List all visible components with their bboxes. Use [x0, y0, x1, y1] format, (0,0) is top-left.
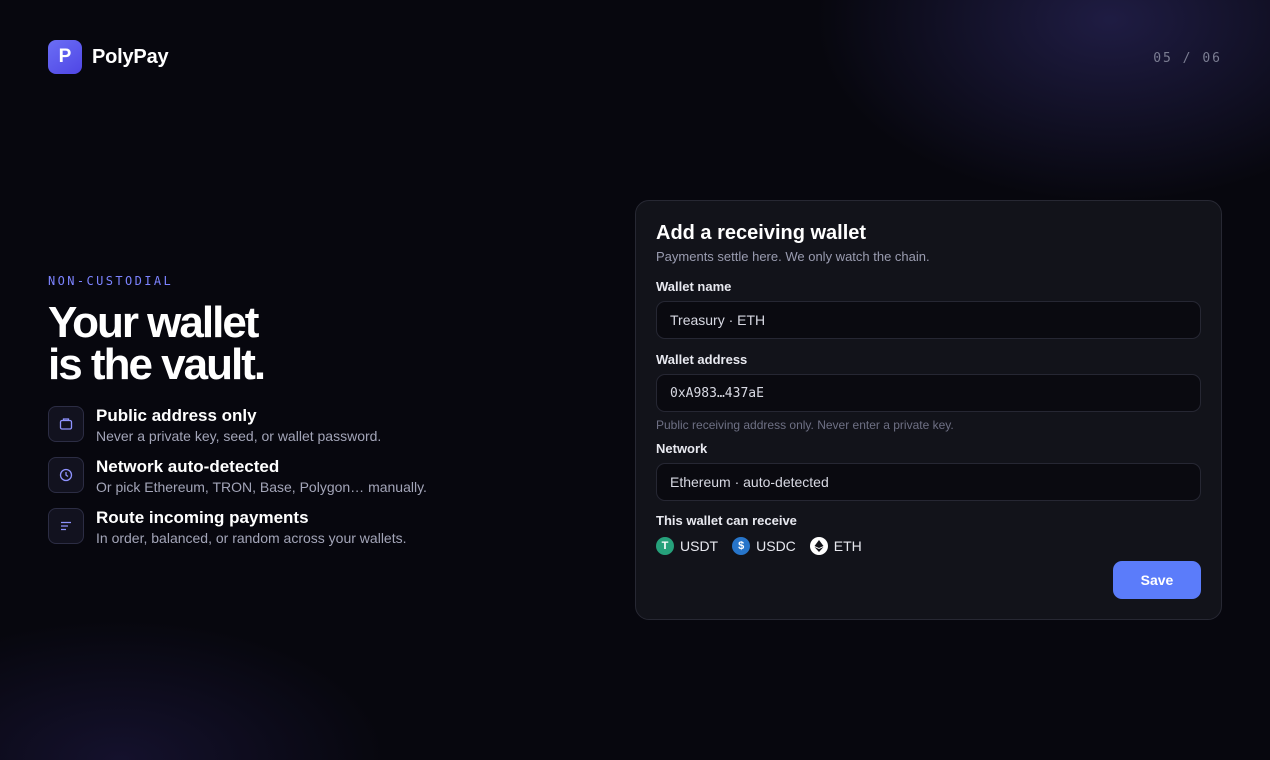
brand-logo: P — [48, 40, 82, 74]
wallet-address-hint: Public receiving address only. Never ent… — [656, 418, 954, 432]
step-indicator: 05 / 06 — [1153, 51, 1222, 66]
feature-item: Network auto-detected Or pick Ethereum, … — [48, 457, 568, 508]
usdc-icon: $ — [732, 537, 751, 555]
feature-desc: Never a private key, seed, or wallet pas… — [96, 428, 382, 444]
add-wallet-card: Add a receiving wallet Payments settle h… — [635, 200, 1222, 620]
token-usdt: T USDT — [656, 537, 718, 555]
save-button[interactable]: Save — [1113, 561, 1201, 599]
headline-line-1: Your wallet — [48, 298, 259, 347]
hero-panel: NON-CUSTODIAL Your wallet is the vault. … — [48, 274, 568, 559]
feature-title: Network auto-detected — [96, 457, 280, 476]
feature-list: Public address only Never a private key,… — [48, 406, 568, 559]
lines-icon — [48, 508, 84, 544]
card-title: Add a receiving wallet — [656, 222, 867, 244]
feature-item: Public address only Never a private key,… — [48, 406, 568, 457]
wallet-address-label: Wallet address — [656, 352, 748, 367]
receive-label: This wallet can receive — [656, 513, 797, 528]
network-select[interactable]: Ethereum · auto-detected — [656, 463, 1201, 501]
clock-icon — [48, 457, 84, 493]
wallet-name-label: Wallet name — [656, 279, 732, 294]
card-subtitle: Payments settle here. We only watch the … — [656, 249, 930, 264]
token-label: ETH — [833, 538, 862, 554]
token-list: T USDT $ USDC ETH — [656, 537, 1201, 555]
feature-title: Public address only — [96, 406, 257, 425]
tether-icon: T — [656, 537, 674, 555]
network-label: Network — [656, 441, 708, 456]
wallet-address-input[interactable]: 0xA983…437aE — [656, 374, 1201, 412]
brand: P PolyPay — [48, 40, 169, 74]
token-label: USDT — [680, 538, 719, 554]
wallet-icon — [48, 406, 84, 442]
ethereum-icon — [809, 537, 828, 555]
token-label: USDC — [756, 538, 796, 554]
brand-name: PolyPay — [92, 45, 169, 68]
feature-title: Route incoming payments — [96, 508, 309, 527]
feature-item: Route incoming payments In order, balanc… — [48, 508, 568, 559]
headline-line-2: is the vault. — [48, 340, 266, 389]
wallet-name-input[interactable]: Treasury · ETH — [656, 301, 1201, 339]
headline: Your wallet is the vault. — [48, 298, 568, 389]
token-usdc: $ USDC — [732, 537, 796, 555]
feature-desc: Or pick Ethereum, TRON, Base, Polygon… m… — [96, 479, 427, 495]
feature-desc: In order, balanced, or random across you… — [96, 530, 407, 546]
eyebrow: NON-CUSTODIAL — [48, 274, 174, 288]
token-eth: ETH — [809, 537, 862, 555]
